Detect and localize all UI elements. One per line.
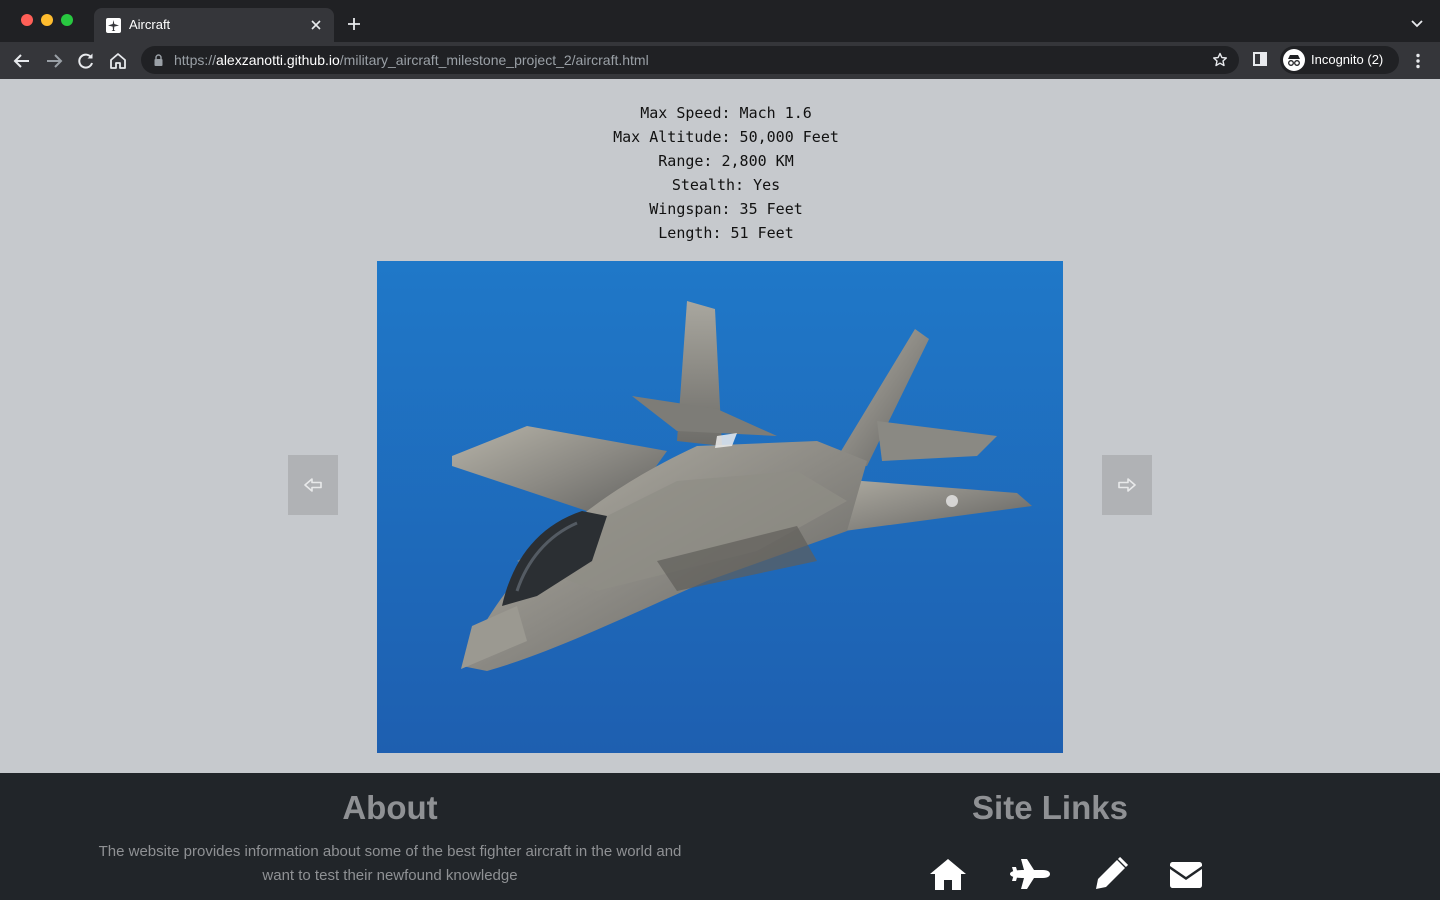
stat-max-altitude: Max Altitude: 50,000 Feet [613, 128, 839, 146]
tab-strip: Aircraft [0, 0, 1440, 42]
incognito-profile-button[interactable]: Incognito (2) [1280, 46, 1399, 74]
site-links-heading: Site Links [972, 789, 1128, 826]
stat-max-speed: Max Speed: Mach 1.6 [640, 104, 812, 122]
reload-icon[interactable] [76, 51, 96, 71]
minimize-window-button[interactable] [41, 14, 53, 26]
site-footer: About The website provides information a… [0, 773, 1440, 900]
next-arrow-icon [1118, 478, 1136, 492]
about-text: The website provides information about s… [80, 840, 700, 888]
aircraft-photo [377, 261, 1063, 753]
bookmark-star-icon[interactable] [1212, 52, 1228, 68]
next-aircraft-button[interactable] [1102, 455, 1152, 515]
back-arrow-icon[interactable] [12, 51, 32, 71]
lock-icon [154, 54, 163, 66]
maximize-window-button[interactable] [61, 14, 73, 26]
incognito-icon [1283, 49, 1305, 71]
envelope-icon[interactable] [1168, 857, 1204, 891]
forward-arrow-icon[interactable] [44, 51, 64, 71]
tab-title: Aircraft [129, 17, 171, 32]
aircraft-stats: Max Speed: Mach 1.6 Max Altitude: 50,000… [0, 101, 1440, 245]
about-text-line-2: want to test their newfound knowledge [262, 867, 518, 884]
new-tab-icon[interactable] [346, 16, 362, 32]
about-text-line-1: The website provides information about s… [98, 843, 682, 860]
url-host: alexzanotti.github.io [216, 52, 340, 68]
url-text: https://alexzanotti.github.io/military_a… [174, 52, 649, 68]
page-content: Max Speed: Mach 1.6 Max Altitude: 50,000… [0, 79, 1440, 900]
tab-search-chevron-icon[interactable] [1410, 19, 1424, 29]
previous-aircraft-button[interactable] [288, 455, 338, 515]
home-icon[interactable] [929, 857, 967, 891]
stat-stealth: Stealth: Yes [671, 176, 781, 194]
about-heading: About [342, 789, 438, 826]
close-window-button[interactable] [21, 14, 33, 26]
stat-wingspan: Wingspan: 35 Feet [649, 200, 803, 218]
stat-range: Range: 2,800 KM [658, 152, 794, 170]
close-tab-icon[interactable] [308, 17, 324, 33]
home-icon[interactable] [108, 51, 128, 71]
browser-tab[interactable]: Aircraft [94, 8, 334, 42]
incognito-label: Incognito (2) [1311, 52, 1384, 67]
previous-arrow-icon [304, 478, 322, 492]
browser-toolbar: https://alexzanotti.github.io/military_a… [0, 42, 1440, 79]
address-bar[interactable]: https://alexzanotti.github.io/military_a… [141, 46, 1239, 74]
plane-favicon-icon [106, 18, 121, 33]
stat-length: Length: 51 Feet [658, 224, 794, 242]
url-scheme: https:// [174, 52, 217, 68]
side-panel-icon[interactable] [1253, 52, 1267, 66]
plane-icon[interactable] [1009, 857, 1051, 891]
more-menu-icon[interactable] [1415, 53, 1421, 69]
pencil-icon[interactable] [1094, 857, 1128, 891]
url-path: /military_aircraft_milestone_project_2/a… [339, 52, 649, 68]
